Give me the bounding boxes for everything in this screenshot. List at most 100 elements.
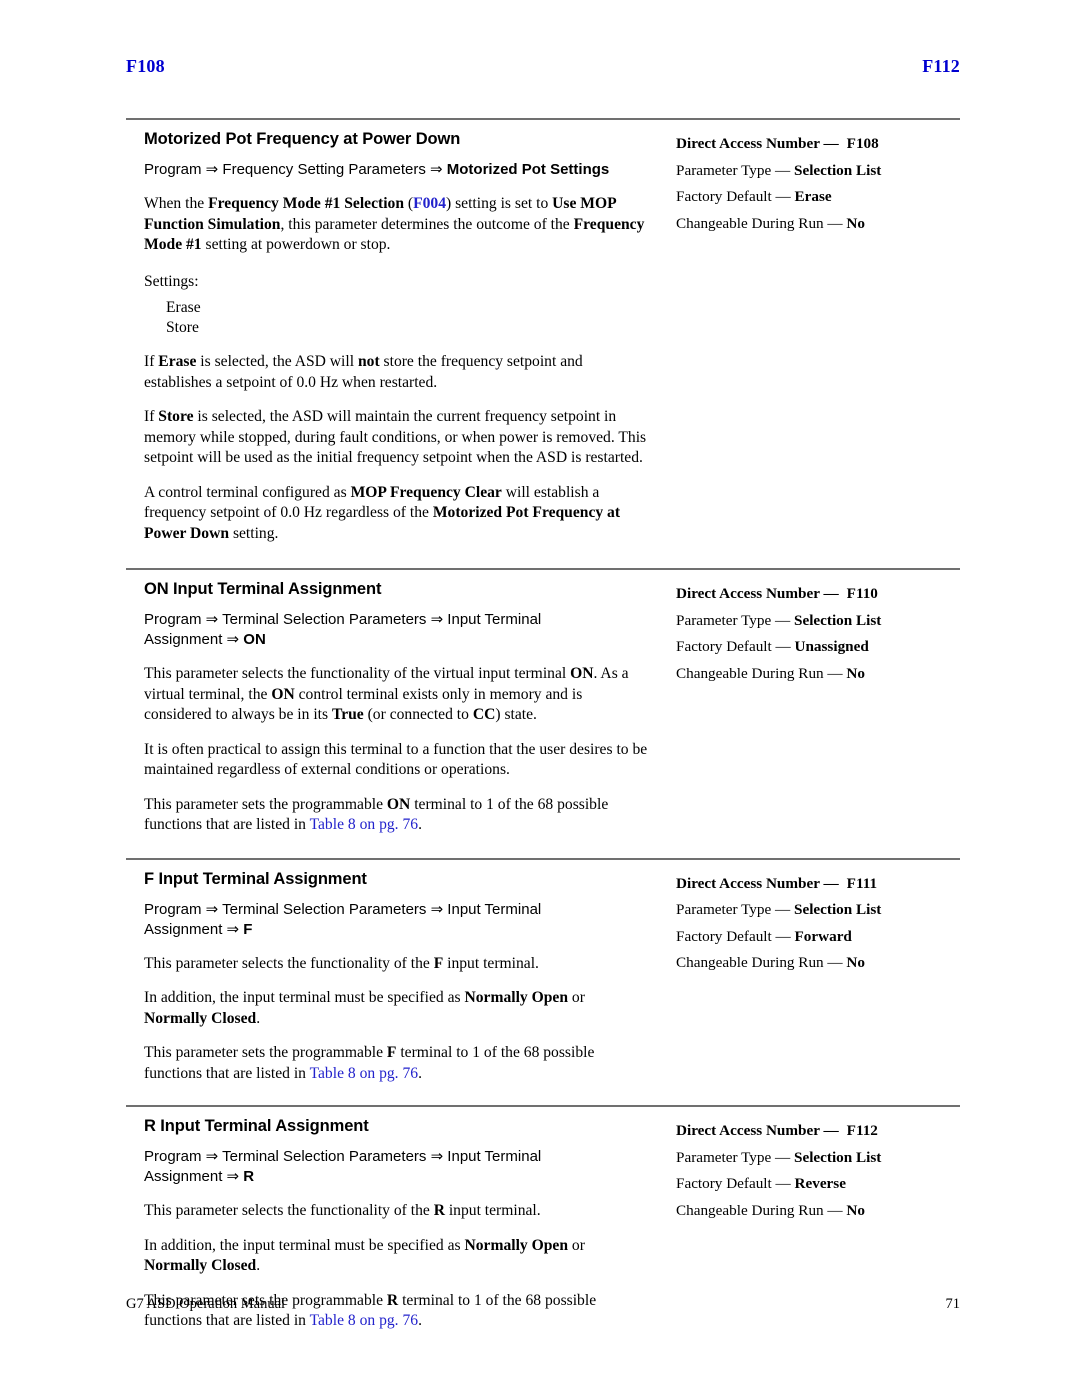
parameter-type: Parameter Type — Selection List	[676, 897, 960, 924]
text-run-bold: R	[433, 1202, 445, 1219]
changeable-during-run: Changeable During Run — No	[676, 661, 960, 688]
body-paragraph: In addition, the input terminal must be …	[144, 1236, 649, 1277]
attribute-label: Factory Default —	[676, 1175, 791, 1192]
text-run: .	[256, 1009, 261, 1027]
cross-reference-link[interactable]: Table 8 on pg. 76	[310, 1312, 418, 1329]
attribute-value: Selection List	[794, 611, 882, 629]
text-run-bold: Store	[158, 408, 194, 425]
attribute-value: No	[846, 1201, 865, 1219]
navpath-plain: Program ⇒ Terminal Selection Parameters …	[144, 900, 542, 938]
text-run: input terminal.	[443, 954, 539, 972]
text-run-bold: ON	[271, 685, 295, 703]
footer-manual-title: G7 ASD Operation Manual	[126, 1296, 286, 1312]
settings-option: Erase	[166, 299, 201, 316]
factory-default: Factory Default — Reverse	[676, 1171, 960, 1198]
body-paragraph: When the Frequency Mode #1 Selection (F0…	[144, 194, 649, 256]
text-run: In addition, the input terminal must be …	[144, 1236, 465, 1254]
navigation-path: Program ⇒ Terminal Selection Parameters …	[144, 900, 614, 940]
section-title: F Input Terminal Assignment	[144, 869, 367, 888]
parameter-type: Parameter Type — Selection List	[676, 1145, 960, 1172]
attribute-label: Factory Default —	[676, 188, 791, 205]
text-run-bold: Normally Closed	[144, 1009, 257, 1027]
section-main-column: Motorized Pot Frequency at Power Down Pr…	[126, 124, 650, 544]
body-paragraph: A control terminal configured as MOP Fre…	[144, 483, 649, 545]
attribute-label: Parameter Type —	[676, 901, 791, 918]
attribute-label: Direct Access Number —	[676, 874, 839, 892]
text-run: , this parameter determines the outcome …	[280, 215, 574, 233]
navpath-plain: Program ⇒ Terminal Selection Parameters …	[144, 611, 542, 648]
text-run: When the	[144, 195, 209, 212]
text-run: or	[568, 1236, 585, 1254]
direct-access-number: Direct Access Number — F110	[676, 581, 960, 608]
settings-label: Settings:	[144, 272, 199, 290]
direct-access-number: Direct Access Number — F112	[676, 1118, 960, 1145]
attribute-label: Factory Default —	[676, 638, 791, 655]
body-paragraph: It is often practical to assign this ter…	[144, 740, 648, 779]
navpath-bold: ON	[243, 631, 266, 648]
manual-page: F108 F112 Motorized Pot Frequency at Pow…	[0, 0, 1080, 1397]
text-run: If	[144, 353, 159, 370]
text-run-bold: ON	[386, 795, 411, 813]
running-head-right: F112	[922, 56, 960, 76]
text-run: (or connected to	[363, 706, 473, 723]
attribute-value: Forward	[794, 927, 852, 945]
settings-option: Store	[166, 319, 199, 336]
section-divider	[126, 118, 960, 120]
text-run-bold: Normally Closed	[144, 1257, 257, 1274]
cross-reference-link[interactable]: F004	[413, 195, 446, 212]
attribute-value: Selection List	[794, 1148, 882, 1166]
section-divider	[126, 568, 960, 570]
changeable-during-run: Changeable During Run — No	[676, 1198, 960, 1225]
cross-reference-link[interactable]: Table 8 on pg. 76	[310, 816, 418, 833]
factory-default: Factory Default — Unassigned	[676, 634, 960, 661]
parameter-section-f108: Motorized Pot Frequency at Power Down Pr…	[126, 118, 960, 544]
text-run: If	[144, 408, 159, 425]
attribute-label: Direct Access Number —	[676, 1122, 839, 1139]
navpath-bold: R	[243, 1168, 255, 1185]
attribute-value: F111	[846, 874, 878, 892]
section-title: R Input Terminal Assignment	[144, 1117, 369, 1135]
attribute-label: Parameter Type —	[676, 1148, 791, 1166]
cross-reference-link[interactable]: Table 8 on pg. 76	[310, 1065, 418, 1082]
text-run: is selected, the ASD will maintain the c…	[144, 408, 647, 466]
text-run: This parameter sets the programmable	[144, 1044, 387, 1061]
body-paragraph: If Store is selected, the ASD will maint…	[144, 407, 649, 469]
parameter-attributes: Direct Access Number — F111 Parameter Typ…	[650, 864, 960, 977]
parameter-section-f110: ON Input Terminal Assignment Program ⇒ T…	[126, 568, 960, 836]
text-run: or	[568, 989, 585, 1006]
text-run: input terminal.	[444, 1202, 541, 1219]
direct-access-number: Direct Access Number — F108	[676, 131, 960, 158]
attribute-value: No	[846, 954, 865, 971]
text-run-bold: True	[331, 706, 364, 723]
attribute-label: Changeable During Run —	[676, 954, 843, 971]
navpath-bold: F	[243, 920, 253, 938]
section-main-column: ON Input Terminal Assignment Program ⇒ T…	[126, 574, 650, 836]
parameter-attributes: Direct Access Number — F110 Parameter Typ…	[650, 574, 960, 687]
changeable-during-run: Changeable During Run — No	[676, 211, 960, 238]
text-run: This parameter selects the functionality…	[144, 1202, 434, 1219]
attribute-value: Erase	[794, 188, 832, 205]
text-run-bold: ON	[570, 665, 594, 682]
text-run: .	[418, 1064, 422, 1082]
text-run: In addition, the input terminal must be …	[144, 989, 465, 1006]
text-run: .	[256, 1257, 261, 1274]
navpath-plain: Program ⇒ Frequency Setting Parameters ⇒	[144, 161, 447, 178]
attribute-value: Selection List	[794, 901, 882, 918]
section-main-column: F Input Terminal Assignment Program ⇒ Te…	[126, 864, 650, 1085]
text-run: (	[404, 195, 414, 212]
attribute-label: Direct Access Number —	[676, 585, 839, 602]
text-run: This parameter selects the functionality…	[144, 954, 434, 972]
attribute-value: Unassigned	[794, 638, 869, 655]
section-title: Motorized Pot Frequency at Power Down	[144, 130, 461, 148]
factory-default: Factory Default — Forward	[676, 924, 960, 951]
text-run: setting.	[229, 524, 279, 542]
attribute-value: Reverse	[794, 1175, 846, 1192]
changeable-during-run: Changeable During Run — No	[676, 950, 960, 977]
page-content: Motorized Pot Frequency at Power Down Pr…	[126, 118, 960, 1332]
attribute-value: F108	[846, 135, 879, 152]
section-divider	[126, 857, 960, 860]
attribute-value: Selection List	[794, 161, 882, 179]
attribute-label: Direct Access Number —	[676, 135, 839, 152]
navigation-path: Program ⇒ Frequency Setting Parameters ⇒…	[144, 160, 614, 180]
body-paragraph: If Erase is selected, the ASD will not s…	[144, 352, 649, 393]
